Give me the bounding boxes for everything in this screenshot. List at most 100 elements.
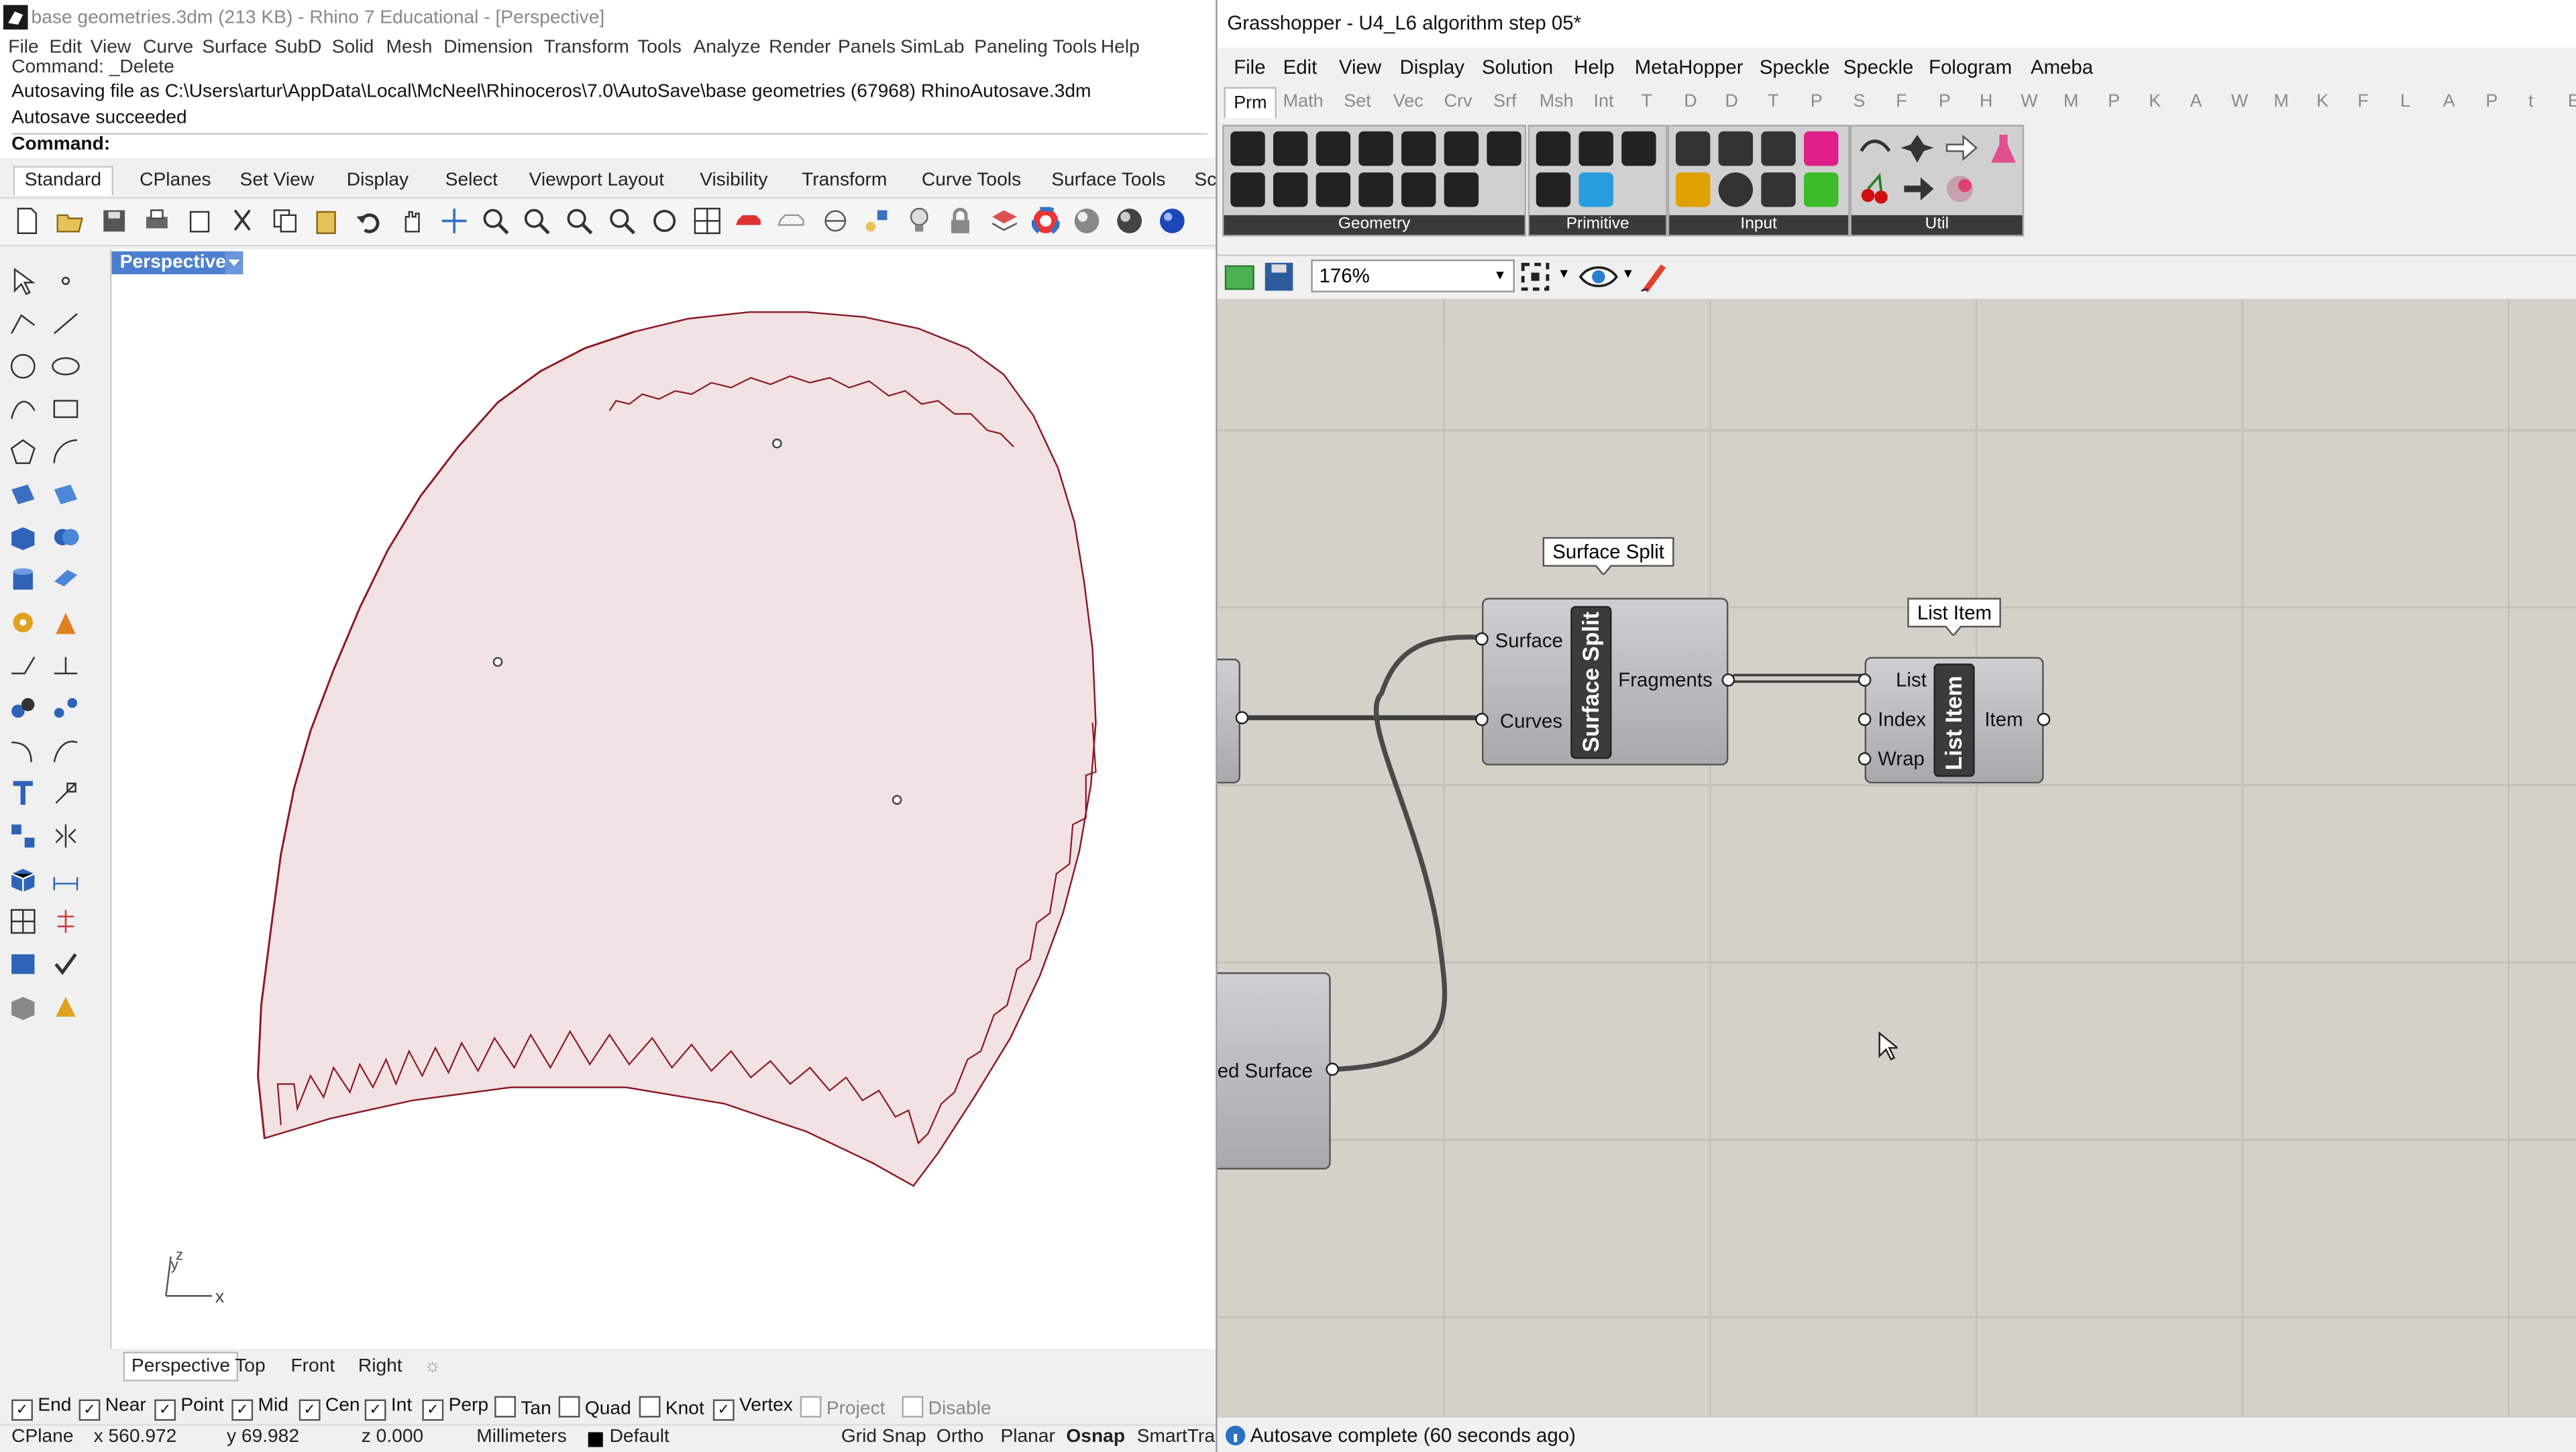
slider-icon[interactable]: [1761, 131, 1796, 166]
osnap-quad[interactable]: Quad: [558, 1396, 631, 1419]
new-file-icon[interactable]: [13, 207, 42, 235]
tab-viewport-layout[interactable]: Viewport Layout: [529, 171, 664, 190]
gh-tab-d2[interactable]: D: [1725, 92, 1737, 111]
cylinder-icon[interactable]: [8, 565, 38, 594]
colour-swatch-icon[interactable]: [1804, 172, 1839, 207]
menu-mesh[interactable]: Mesh: [386, 38, 433, 57]
plane-param-icon[interactable]: [1316, 172, 1351, 207]
tab-transform[interactable]: Transform: [802, 171, 887, 190]
menu-transform[interactable]: Transform: [544, 38, 629, 57]
render-tools-icon[interactable]: [51, 992, 80, 1021]
copy-object-icon[interactable]: [51, 651, 80, 680]
field-param-icon[interactable]: [1444, 172, 1479, 207]
control-point[interactable]: [892, 795, 902, 805]
menu-edit[interactable]: Edit: [49, 38, 82, 57]
menu-surface[interactable]: Surface: [202, 38, 267, 57]
line-icon[interactable]: [51, 309, 80, 338]
zoom-dropdown-arrow-icon[interactable]: ▼: [1558, 266, 1570, 281]
select-objects-icon[interactable]: [863, 207, 891, 235]
shaded-car-icon[interactable]: [735, 207, 763, 235]
tab-curve-tools[interactable]: Curve Tools: [922, 171, 1021, 190]
open-folder-icon[interactable]: [56, 207, 84, 235]
port-in-curves[interactable]: [1475, 712, 1489, 726]
gh-tab-msh[interactable]: Msh: [1540, 92, 1574, 111]
gh-tab-k[interactable]: K: [2149, 92, 2161, 111]
block-icon[interactable]: [8, 822, 38, 851]
osnap-point[interactable]: ✓ Point: [154, 1396, 224, 1421]
subd-param-icon[interactable]: [1487, 131, 1521, 166]
grid-icon[interactable]: [8, 907, 38, 936]
open-file-icon[interactable]: [1224, 261, 1256, 292]
gh-tab-p2[interactable]: P: [1939, 92, 1951, 111]
gh-tab-int[interactable]: Int: [1594, 92, 1614, 111]
gh-tab-p[interactable]: P: [1811, 92, 1823, 111]
gh-tab-a2[interactable]: A: [2443, 92, 2455, 111]
file-path-icon[interactable]: [1718, 131, 1754, 166]
rotate-camera-icon[interactable]: [651, 207, 679, 235]
gh-menu-speckle-2[interactable]: Speckle: [1843, 56, 1914, 78]
menu-solid[interactable]: Solid: [332, 38, 374, 57]
tab-overflow[interactable]: Sc: [1194, 171, 1216, 190]
gh-tab-srf[interactable]: Srf: [1493, 92, 1516, 111]
cplane-label[interactable]: CPlane: [11, 1427, 73, 1447]
menu-simlab[interactable]: SimLab: [900, 38, 965, 57]
gh-tab-a[interactable]: A: [2190, 92, 2202, 111]
tab-cplanes[interactable]: CPlanes: [140, 171, 211, 190]
gh-tab-p3[interactable]: P: [2108, 92, 2120, 111]
gh-save-icon[interactable]: [1263, 261, 1295, 292]
analyze-icon[interactable]: [8, 950, 38, 979]
gh-tab-t2[interactable]: T: [1768, 92, 1778, 111]
arrow-right-icon[interactable]: [1900, 172, 1935, 207]
osnap-disable[interactable]: Disable: [902, 1396, 991, 1419]
wire-surface[interactable]: [1335, 634, 1481, 1072]
mesh-param-icon[interactable]: [1444, 131, 1479, 166]
cluster-icon[interactable]: [1900, 131, 1935, 166]
gh-tab-m2[interactable]: M: [2273, 92, 2288, 111]
split-surface-shape[interactable]: [257, 311, 1097, 1187]
gh-tab-crv[interactable]: Crv: [1444, 92, 1472, 111]
menu-tools[interactable]: Tools: [637, 38, 682, 57]
copy-view-icon[interactable]: [186, 207, 214, 235]
osnap-perp[interactable]: ✓ Perp: [422, 1396, 488, 1421]
viewport-canvas[interactable]: x y z: [112, 249, 1216, 1348]
wireframe-car-icon[interactable]: [777, 207, 805, 235]
group-icon[interactable]: [8, 693, 38, 722]
box-param-icon[interactable]: [1401, 172, 1436, 207]
gh-tab-d1[interactable]: D: [1684, 92, 1697, 111]
box-icon[interactable]: [8, 522, 38, 552]
geometry-param-icon[interactable]: [1230, 131, 1265, 166]
gh-menu-edit[interactable]: Edit: [1283, 56, 1318, 78]
light-bulb-icon[interactable]: [905, 207, 933, 235]
pan-hand-icon[interactable]: [398, 207, 426, 235]
copy-icon[interactable]: [271, 207, 299, 235]
boolean-param-icon[interactable]: [1578, 131, 1613, 166]
gh-menu-display[interactable]: Display: [1400, 56, 1464, 78]
mirror-icon[interactable]: [51, 822, 80, 851]
tab-visibility[interactable]: Visibility: [700, 171, 767, 190]
polyline-icon[interactable]: [8, 309, 38, 338]
zoom-selected-icon[interactable]: [608, 207, 636, 235]
gh-tab-w[interactable]: W: [2021, 92, 2037, 111]
menu-subd[interactable]: SubD: [274, 38, 321, 57]
gh-menu-help[interactable]: Help: [1574, 56, 1614, 78]
osnap-mid[interactable]: ✓ Mid: [231, 1396, 288, 1421]
osnap-end[interactable]: ✓ End: [11, 1396, 71, 1421]
zoom-window-icon[interactable]: [523, 207, 551, 235]
gh-tab-t[interactable]: T: [1642, 92, 1652, 111]
menu-dimension[interactable]: Dimension: [443, 38, 533, 57]
surface-icon[interactable]: [8, 480, 38, 509]
cplane-icon[interactable]: [822, 207, 850, 235]
preview-eye-icon[interactable]: [1578, 261, 1619, 292]
port-out-item[interactable]: [2037, 712, 2051, 726]
gh-menu-solution[interactable]: Solution: [1482, 56, 1553, 78]
gh-tab-vec[interactable]: Vec: [1393, 92, 1424, 111]
colour-param-icon[interactable]: [1578, 172, 1613, 207]
units[interactable]: Millimeters: [476, 1427, 567, 1447]
rectangle-icon[interactable]: [51, 394, 80, 424]
partial-component-surface[interactable]: ed Surface: [1217, 972, 1331, 1170]
gh-tab-m[interactable]: M: [2063, 92, 2078, 111]
menu-file[interactable]: File: [8, 38, 38, 57]
curve-icon[interactable]: [8, 394, 38, 424]
current-layer[interactable]: Default: [610, 1427, 669, 1447]
tab-standard[interactable]: Standard: [13, 166, 113, 196]
